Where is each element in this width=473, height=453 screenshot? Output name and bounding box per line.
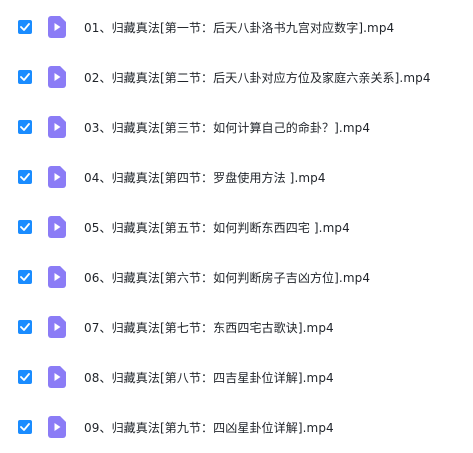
file-row[interactable]: 04、归藏真法[第四节：罗盘使用方法 ].mp4	[0, 152, 473, 202]
file-row[interactable]: 03、归藏真法[第三节：如何计算自己的命卦？].mp4	[0, 102, 473, 152]
video-file-icon	[48, 366, 66, 388]
file-name[interactable]: 01、归藏真法[第一节：后天八卦洛书九宫对应数字].mp4	[84, 19, 394, 36]
checkbox-checked-icon[interactable]	[18, 70, 32, 84]
checkbox-checked-icon[interactable]	[18, 170, 32, 184]
video-file-icon	[48, 216, 66, 238]
file-row[interactable]: 01、归藏真法[第一节：后天八卦洛书九宫对应数字].mp4	[0, 2, 473, 52]
video-file-icon	[48, 166, 66, 188]
checkbox-checked-icon[interactable]	[18, 20, 32, 34]
video-file-icon	[48, 16, 66, 38]
checkbox-checked-icon[interactable]	[18, 120, 32, 134]
file-name[interactable]: 02、归藏真法[第二节：后天八卦对应方位及家庭六亲关系].mp4	[84, 69, 431, 86]
checkbox-checked-icon[interactable]	[18, 320, 32, 334]
file-row[interactable]: 06、归藏真法[第六节：如何判断房子吉凶方位].mp4	[0, 252, 473, 302]
file-row[interactable]: 08、归藏真法[第八节：四吉星卦位详解].mp4	[0, 352, 473, 402]
file-row[interactable]: 07、归藏真法[第七节：东西四宅古歌诀].mp4	[0, 302, 473, 352]
video-file-icon	[48, 266, 66, 288]
file-name[interactable]: 07、归藏真法[第七节：东西四宅古歌诀].mp4	[84, 319, 334, 336]
file-row[interactable]: 05、归藏真法[第五节：如何判断东西四宅 ].mp4	[0, 202, 473, 252]
file-list: 01、归藏真法[第一节：后天八卦洛书九宫对应数字].mp4 02、归藏真法[第二…	[0, 0, 473, 453]
file-name[interactable]: 06、归藏真法[第六节：如何判断房子吉凶方位].mp4	[84, 269, 370, 286]
checkbox-checked-icon[interactable]	[18, 220, 32, 234]
file-name[interactable]: 04、归藏真法[第四节：罗盘使用方法 ].mp4	[84, 169, 326, 186]
video-file-icon	[48, 316, 66, 338]
file-name[interactable]: 03、归藏真法[第三节：如何计算自己的命卦？].mp4	[84, 119, 370, 136]
file-row[interactable]: 02、归藏真法[第二节：后天八卦对应方位及家庭六亲关系].mp4	[0, 52, 473, 102]
file-name[interactable]: 05、归藏真法[第五节：如何判断东西四宅 ].mp4	[84, 219, 350, 236]
checkbox-checked-icon[interactable]	[18, 420, 32, 434]
video-file-icon	[48, 416, 66, 438]
video-file-icon	[48, 66, 66, 88]
file-row[interactable]: 09、归藏真法[第九节：四凶星卦位详解].mp4	[0, 402, 473, 452]
file-name[interactable]: 09、归藏真法[第九节：四凶星卦位详解].mp4	[84, 419, 334, 436]
file-name[interactable]: 08、归藏真法[第八节：四吉星卦位详解].mp4	[84, 369, 334, 386]
checkbox-checked-icon[interactable]	[18, 270, 32, 284]
video-file-icon	[48, 116, 66, 138]
checkbox-checked-icon[interactable]	[18, 370, 32, 384]
